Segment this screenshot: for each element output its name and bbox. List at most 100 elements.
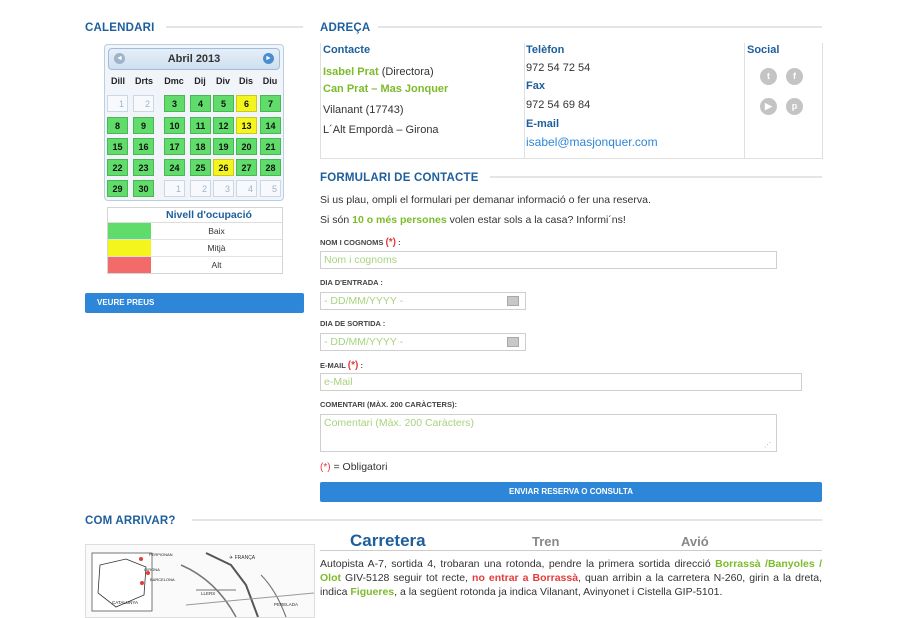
required-note: (*) = Obligatori [320,461,388,473]
occupancy-legend: Nivell d'ocupació Baix Mitjà Alt [107,207,283,274]
phone-number: 972 54 72 54 [526,62,591,74]
calendar-day[interactable]: 8 [107,117,128,134]
calendar-day[interactable]: 21 [260,138,281,155]
view-prices-button[interactable]: VEURE PREUS [85,293,304,313]
calendar-day[interactable]: 4 [190,95,211,112]
arrival-label: DIA D'ENTRADA : [320,278,383,287]
divider [320,550,822,551]
facebook-icon[interactable]: f [786,68,803,85]
email-header: E-mail [526,118,560,130]
calendar-day[interactable]: 6 [236,95,257,112]
calendar-day[interactable]: 28 [260,159,281,176]
highlight-red: no entrar a Borrassà [472,572,579,584]
divider [192,519,822,521]
map-label: PERELADA [274,602,299,607]
contact-name: Isabel Prat [323,66,379,78]
note-highlight: 10 o més persones [352,214,447,226]
legend-label: Baix [208,226,225,236]
calendar-day[interactable]: 12 [213,117,234,134]
calendar-day[interactable]: 17 [164,138,185,155]
calendar-day[interactable]: 22 [107,159,128,176]
form-section-title: FORMULARI DE CONTACTE [320,172,479,184]
pinterest-icon[interactable]: p [786,98,803,115]
twitter-icon[interactable]: t [760,68,777,85]
youtube-icon[interactable]: ▶ [760,98,777,115]
form-group-note: Si són 10 o més persones volen estar sol… [320,214,626,226]
calendar-month: Abril 2013 [167,53,221,65]
calendar-day[interactable]: 14 [260,117,281,134]
calendar-day[interactable]: 25 [190,159,211,176]
contact-name-line: Isabel Prat (Directora) [323,62,434,80]
tab-road[interactable]: Carretera [350,531,426,551]
weekday-label: Dmc [164,76,184,86]
next-month-icon[interactable]: ► [263,53,274,64]
contact-role: (Directora) [378,66,434,78]
departure-date-input[interactable]: - DD/MM/YYYY - [320,333,526,351]
legend-label: Alt [211,260,222,270]
calendar-day: 3 [213,180,234,197]
map-label: GIRONA [144,567,160,572]
fax-number: 972 54 69 84 [526,99,591,111]
arrival-date-input[interactable]: - DD/MM/YYYY - [320,292,526,310]
departure-label: DIA DE SORTIDA : [320,319,386,328]
route-map[interactable]: PERPIGNAN GIRONA BARCELONA CATALUNYA ✈ F… [85,544,315,618]
availability-calendar: ◄ Abril 2013 ► Dill Drts Dmc Dij Div Dis… [104,44,284,201]
weekday-label: Diu [262,76,278,86]
calendar-day: 2 [190,180,211,197]
calendar-day[interactable]: 5 [213,95,234,112]
calendar-day[interactable]: 15 [107,138,128,155]
calendar-day: 4 [236,180,257,197]
note-text: volen estar sols a la casa? Informi´ns! [446,214,626,226]
comment-textarea[interactable]: Comentari (Màx. 200 Caràcters) [320,414,777,452]
calendar-day[interactable]: 27 [236,159,257,176]
email-link[interactable]: isabel@masjonquer.com [526,135,658,149]
column-divider [744,43,745,158]
calendar-icon[interactable] [507,296,519,306]
form-intro: Si us plau, ompli el formulari per deman… [320,194,651,206]
comment-label: COMENTARI (MÀX. 200 CARÀCTERS): [320,400,457,409]
weekday-label: Dis [238,76,253,86]
map-label: PERPIGNAN [149,552,173,557]
required-mark: (*) [320,462,331,473]
submit-button[interactable]: ENVIAR RESERVA O CONSULTA [320,482,822,502]
calendar-day[interactable]: 18 [190,138,211,155]
calendar-header: ◄ Abril 2013 ► [108,48,280,70]
calendar-day: 5 [260,180,281,197]
house-name: Can Prat – Mas Jonquer [323,83,449,95]
column-divider [524,43,525,158]
name-input[interactable]: Nom i cognoms [320,251,777,269]
tab-train[interactable]: Tren [532,534,559,549]
calendar-day[interactable]: 11 [190,117,211,134]
name-label: NOM I COGNOMS (*) : [320,237,401,248]
calendar-icon[interactable] [507,337,519,347]
weekday-label: Div [215,76,230,86]
calendar-day[interactable]: 9 [133,117,154,134]
calendar-day: 1 [164,180,185,197]
resize-handle-icon[interactable]: ⋰ [764,441,771,449]
social-header: Social [747,44,780,56]
map-label: CATALUNYA [112,600,139,605]
calendar-day[interactable]: 10 [164,117,185,134]
directions-section-title: COM ARRIVAR? [85,515,176,527]
calendar-day[interactable]: 29 [107,180,128,197]
calendar-day[interactable]: 19 [213,138,234,155]
calendar-day[interactable]: 20 [236,138,257,155]
calendar-day[interactable]: 23 [133,159,154,176]
calendar-day[interactable]: 7 [260,95,281,112]
tab-plane[interactable]: Avió [681,534,709,549]
phone-header: Telèfon [526,44,565,56]
calendar-day[interactable]: 30 [133,180,154,197]
calendar-day[interactable]: 3 [164,95,185,112]
map-label: BARCELONA [150,577,175,582]
email-label: E-MAIL (*) : [320,360,363,371]
address-region: L´Alt Empordà – Girona [323,124,439,136]
highlight-green: Figueres [350,586,395,598]
email-input[interactable]: e-Mail [320,373,802,391]
legend-row: Alt [108,257,282,273]
calendar-day[interactable]: 26 [213,159,234,176]
calendar-day[interactable]: 16 [133,138,154,155]
calendar-day[interactable]: 13 [236,117,257,134]
legend-row: Mitjà [108,240,282,257]
calendar-day[interactable]: 24 [164,159,185,176]
divider [378,26,822,28]
